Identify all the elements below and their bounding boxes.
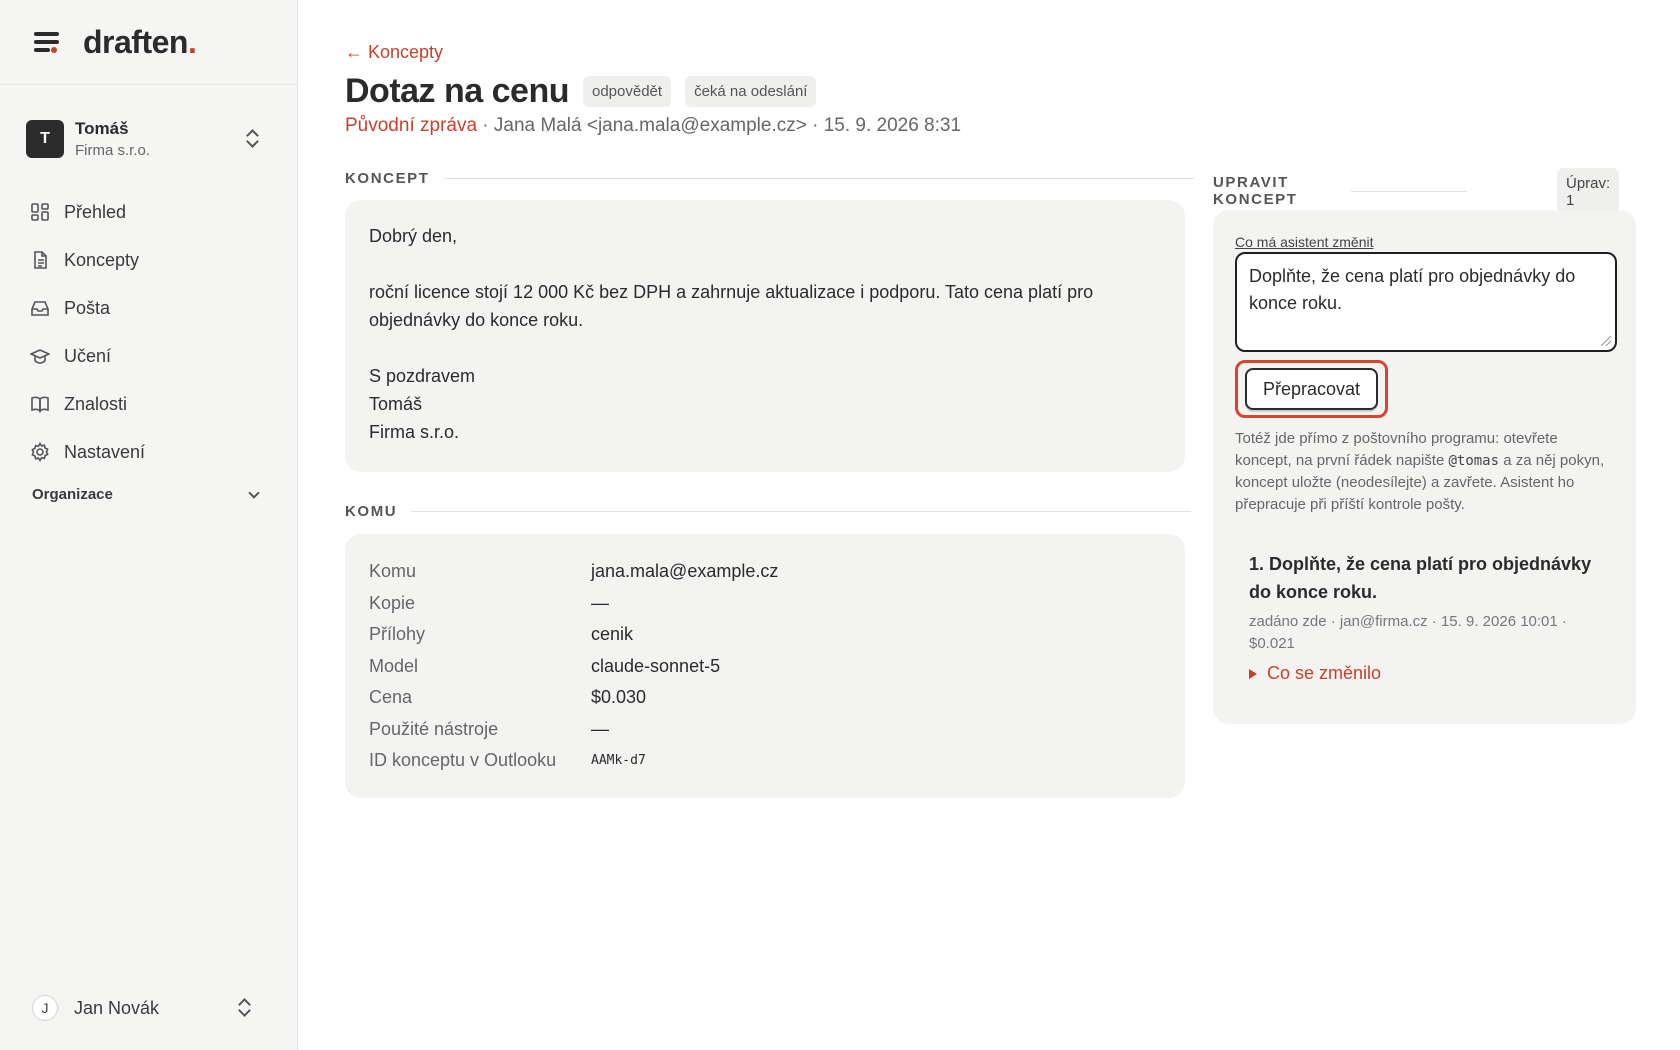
- brand-bar: draften.: [0, 0, 297, 85]
- draft-signature-org: Firma s.r.o.: [369, 422, 460, 442]
- sidebar-item-label: Pošta: [64, 297, 111, 318]
- draft-signature-name: Tomáš: [369, 394, 423, 414]
- chevron-down-icon: [248, 486, 260, 499]
- resize-grip-icon[interactable]: [1601, 336, 1611, 346]
- edit-field-label: Co má asistent změnit: [1235, 234, 1374, 250]
- detail-key: Model: [369, 655, 419, 676]
- document-icon: [34, 251, 47, 269]
- detail-row: Přílohy cenik: [369, 619, 1161, 651]
- account-org: Firma s.r.o.: [75, 142, 151, 159]
- detail-row: Kopie —: [369, 588, 1161, 620]
- divider: [1350, 190, 1467, 192]
- detail-key: Komu: [369, 561, 417, 582]
- detail-value: jana.mala@example.cz: [591, 561, 779, 582]
- back-to-drafts-link[interactable]: ← Koncepty: [345, 42, 443, 63]
- gear-icon: [31, 442, 49, 462]
- revision-title: 1. Doplňte, že cena platí pro objednávky…: [1249, 554, 1592, 602]
- account-switcher[interactable]: T Tomáš Firma s.r.o.: [26, 118, 274, 160]
- detail-key: Použité nástroje: [369, 718, 499, 739]
- what-changed-label: Co se změnilo: [1267, 663, 1382, 683]
- edit-count-badge: Úprav: 1: [1557, 168, 1620, 216]
- sidebar-item-znalosti[interactable]: Znalosti: [30, 380, 270, 428]
- sidebar-item-label: Koncepty: [64, 249, 140, 270]
- detail-value: claude-sonnet-5: [591, 655, 721, 676]
- rework-button-highlight: Přepracovat: [1235, 360, 1388, 418]
- divider: [411, 511, 1192, 512]
- what-changed-toggle[interactable]: Co se změnilo: [1249, 663, 1614, 684]
- revision-meta: zadáno zde · jan@firma.cz · 15. 9. 2026 …: [1249, 613, 1567, 652]
- sidebar-nav: Přehled Koncepty Pošta Učení Znalosti Na…: [30, 188, 270, 476]
- account-avatar: T: [26, 120, 64, 158]
- detail-key: ID konceptu v Outlooku: [369, 750, 557, 771]
- sidebar-item-posta[interactable]: Pošta: [30, 284, 270, 332]
- sidebar: draften. T Tomáš Firma s.r.o. Přehled Ko…: [0, 0, 298, 1050]
- sidebar-item-label: Učení: [64, 345, 112, 366]
- draft-closing: S pozdravem: [369, 366, 476, 386]
- draft-section-header: KONCEPT: [345, 170, 1194, 187]
- detail-key: Kopie: [369, 592, 416, 613]
- detail-value: AAMk-d7: [591, 753, 646, 769]
- page-title: Dotaz na cenu: [345, 72, 569, 110]
- draft-section-label: KONCEPT: [345, 170, 430, 187]
- revision-history: 1. Doplňte, že cena platí pro objednávky…: [1249, 550, 1614, 684]
- chevron-up-down-icon: [238, 998, 250, 1018]
- edit-instruction-textarea[interactable]: Doplňte, že cena platí pro objednávky do…: [1235, 252, 1617, 352]
- account-name: Tomáš: [75, 119, 129, 138]
- detail-value: $0.030: [591, 687, 647, 708]
- email-instruction-help: Totéž jde přímo z poštovního programu: o…: [1235, 430, 1605, 513]
- original-message-meta: Původní zpráva · Jana Malá <jana.mala@ex…: [345, 115, 961, 137]
- recipients-section-header: KOMU: [345, 503, 1192, 520]
- chevron-up-down-icon: [246, 129, 258, 149]
- book-icon: [31, 396, 49, 413]
- sidebar-item-nastaveni[interactable]: Nastavení: [30, 428, 270, 476]
- user-avatar: J: [32, 995, 58, 1021]
- organization-toggle[interactable]: Organizace: [32, 486, 264, 503]
- detail-row: Model claude-sonnet-5: [369, 651, 1161, 683]
- recipients-section-label: KOMU: [345, 503, 398, 520]
- sidebar-item-prehled[interactable]: Přehled: [30, 188, 270, 236]
- inbox-icon: [31, 301, 49, 316]
- recipients-card: Komu jana.mala@example.cz Kopie — Přílohy c…: [345, 534, 1185, 798]
- original-message-link[interactable]: Původní zpráva: [345, 115, 477, 136]
- rework-button[interactable]: Přepracovat: [1245, 368, 1378, 410]
- detail-key: Přílohy: [369, 624, 426, 645]
- sidebar-item-uceni[interactable]: Učení: [30, 332, 270, 380]
- sidebar-item-label: Znalosti: [64, 393, 128, 414]
- brand-logo[interactable]: draften.: [83, 24, 197, 61]
- graduation-cap-icon: [30, 349, 50, 364]
- detail-value: cenik: [591, 624, 634, 645]
- edit-instruction-text: Doplňte, že cena platí pro objednávky do…: [1249, 266, 1576, 313]
- grid-icon: [31, 203, 49, 221]
- draft-greeting: Dobrý den,: [369, 226, 458, 246]
- detail-row: Komu jana.mala@example.cz: [369, 556, 1161, 588]
- draft-body-card: Dobrý den, roční licence stojí 12 000 Kč…: [345, 200, 1185, 472]
- divider: [443, 178, 1194, 179]
- detail-row: Cena $0.030: [369, 682, 1161, 714]
- edit-section-label: UPRAVIT KONCEPT: [1213, 174, 1298, 208]
- detail-row: Použité nástroje —: [369, 714, 1161, 746]
- edit-section-header: UPRAVIT KONCEPT: [1213, 174, 1467, 208]
- detail-key: Cena: [369, 687, 413, 708]
- sidebar-item-label: Nastavení: [64, 441, 146, 462]
- mention-code: @tomas: [1448, 453, 1500, 469]
- edit-draft-card: Co má asistent změnit Doplňte, že cena p…: [1213, 210, 1636, 724]
- draft-body: roční licence stojí 12 000 Kč bez DPH a …: [369, 282, 1094, 330]
- sidebar-item-label: Přehled: [64, 201, 127, 222]
- organization-label: Organizace: [32, 486, 113, 503]
- sidebar-item-koncepty[interactable]: Koncepty: [30, 236, 270, 284]
- menu-icon[interactable]: [34, 32, 59, 53]
- status-badge: čeká na odeslání: [685, 76, 817, 107]
- triangle-right-icon: [1249, 668, 1257, 679]
- title-row: Dotaz na cenu odpovědět čeká na odeslání: [345, 72, 817, 111]
- detail-row: ID konceptu v Outlooku AAMk-d7: [369, 745, 1161, 777]
- detail-value: —: [591, 592, 609, 613]
- user-name: Jan Novák: [74, 997, 160, 1018]
- original-message-details: · Jana Malá <jana.mala@example.cz> · 15.…: [477, 115, 962, 136]
- user-menu[interactable]: J Jan Novák: [32, 992, 272, 1024]
- detail-value: —: [591, 718, 609, 739]
- tag-reply: odpovědět: [582, 76, 672, 107]
